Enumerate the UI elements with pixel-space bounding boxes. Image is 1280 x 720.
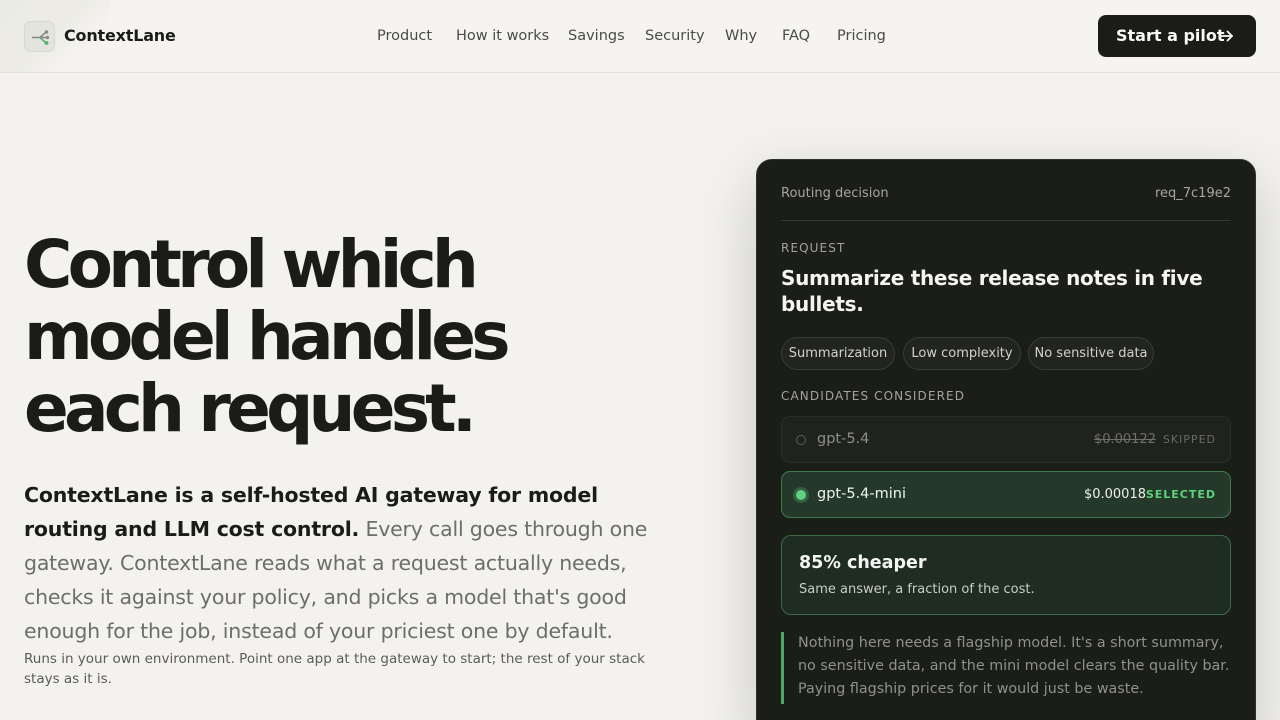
candidates-label: CANDIDATES CONSIDERED bbox=[781, 389, 966, 403]
nav-pricing[interactable]: Pricing bbox=[837, 28, 886, 44]
hero-title-line: model handles bbox=[24, 298, 511, 375]
candidate-status: SELECTED bbox=[1145, 488, 1216, 501]
start-pilot-button[interactable]: Start a pilot bbox=[1098, 15, 1256, 57]
candidate-price: $0.00122 bbox=[1093, 432, 1156, 447]
request-label: REQUEST bbox=[781, 241, 846, 255]
nav-why[interactable]: Why bbox=[725, 28, 757, 44]
hero-title-line: Control which bbox=[24, 226, 479, 303]
savings-title: 85% cheaper bbox=[799, 553, 927, 573]
tag-chip: No sensitive data bbox=[1028, 337, 1154, 370]
tag-chip: Summarization bbox=[781, 337, 895, 370]
start-pilot-label: Start a pilot bbox=[1116, 26, 1225, 45]
hero-title: Control which model handles each request… bbox=[24, 229, 704, 445]
nav-how-it-works[interactable]: How it works bbox=[456, 28, 549, 44]
hero-title-line: each request. bbox=[24, 370, 477, 447]
routing-branch-icon bbox=[32, 30, 50, 45]
nav-savings[interactable]: Savings bbox=[568, 28, 625, 44]
nav-product[interactable]: Product bbox=[377, 28, 432, 44]
brand-name[interactable]: ContextLane bbox=[64, 26, 176, 45]
hero-note: Runs in your own environment. Point one … bbox=[24, 651, 645, 687]
logo[interactable] bbox=[24, 21, 55, 52]
request-text: Summarize these release notes in five bu… bbox=[781, 266, 1203, 316]
routing-decision-card: Routing decision req_7c19e2 REQUEST Summ… bbox=[756, 159, 1256, 720]
arrow-right-icon bbox=[1220, 30, 1233, 42]
routing-rationale: Nothing here needs a flagship model. It'… bbox=[781, 632, 1231, 704]
card-divider bbox=[781, 220, 1231, 221]
card-heading: Routing decision bbox=[781, 186, 889, 201]
candidate-row: gpt-5.4 $0.00122 SKIPPED bbox=[781, 416, 1231, 463]
hero-lead: ContextLane is a self-hosted AI gateway … bbox=[24, 478, 684, 648]
candidate-price: $0.00018 bbox=[1083, 487, 1146, 502]
card-header: Routing decision req_7c19e2 bbox=[781, 186, 1231, 204]
nav-security[interactable]: Security bbox=[645, 28, 705, 44]
nav-faq[interactable]: FAQ bbox=[782, 28, 810, 44]
radio-dot-icon bbox=[796, 490, 806, 500]
candidate-row-selected: gpt-5.4-mini $0.00018 SELECTED bbox=[781, 471, 1231, 518]
savings-box: 85% cheaper Same answer, a fraction of t… bbox=[781, 535, 1231, 615]
candidate-name: gpt-5.4 bbox=[817, 431, 870, 447]
tag-chip: Low complexity bbox=[903, 337, 1021, 370]
top-nav-bar: ContextLane Product How it works Savings… bbox=[0, 0, 1280, 73]
savings-subtitle: Same answer, a fraction of the cost. bbox=[799, 582, 1035, 597]
radio-dot-icon bbox=[796, 435, 806, 445]
request-id: req_7c19e2 bbox=[1154, 186, 1231, 201]
candidate-name: gpt-5.4-mini bbox=[817, 486, 906, 502]
candidate-status: SKIPPED bbox=[1162, 433, 1216, 446]
